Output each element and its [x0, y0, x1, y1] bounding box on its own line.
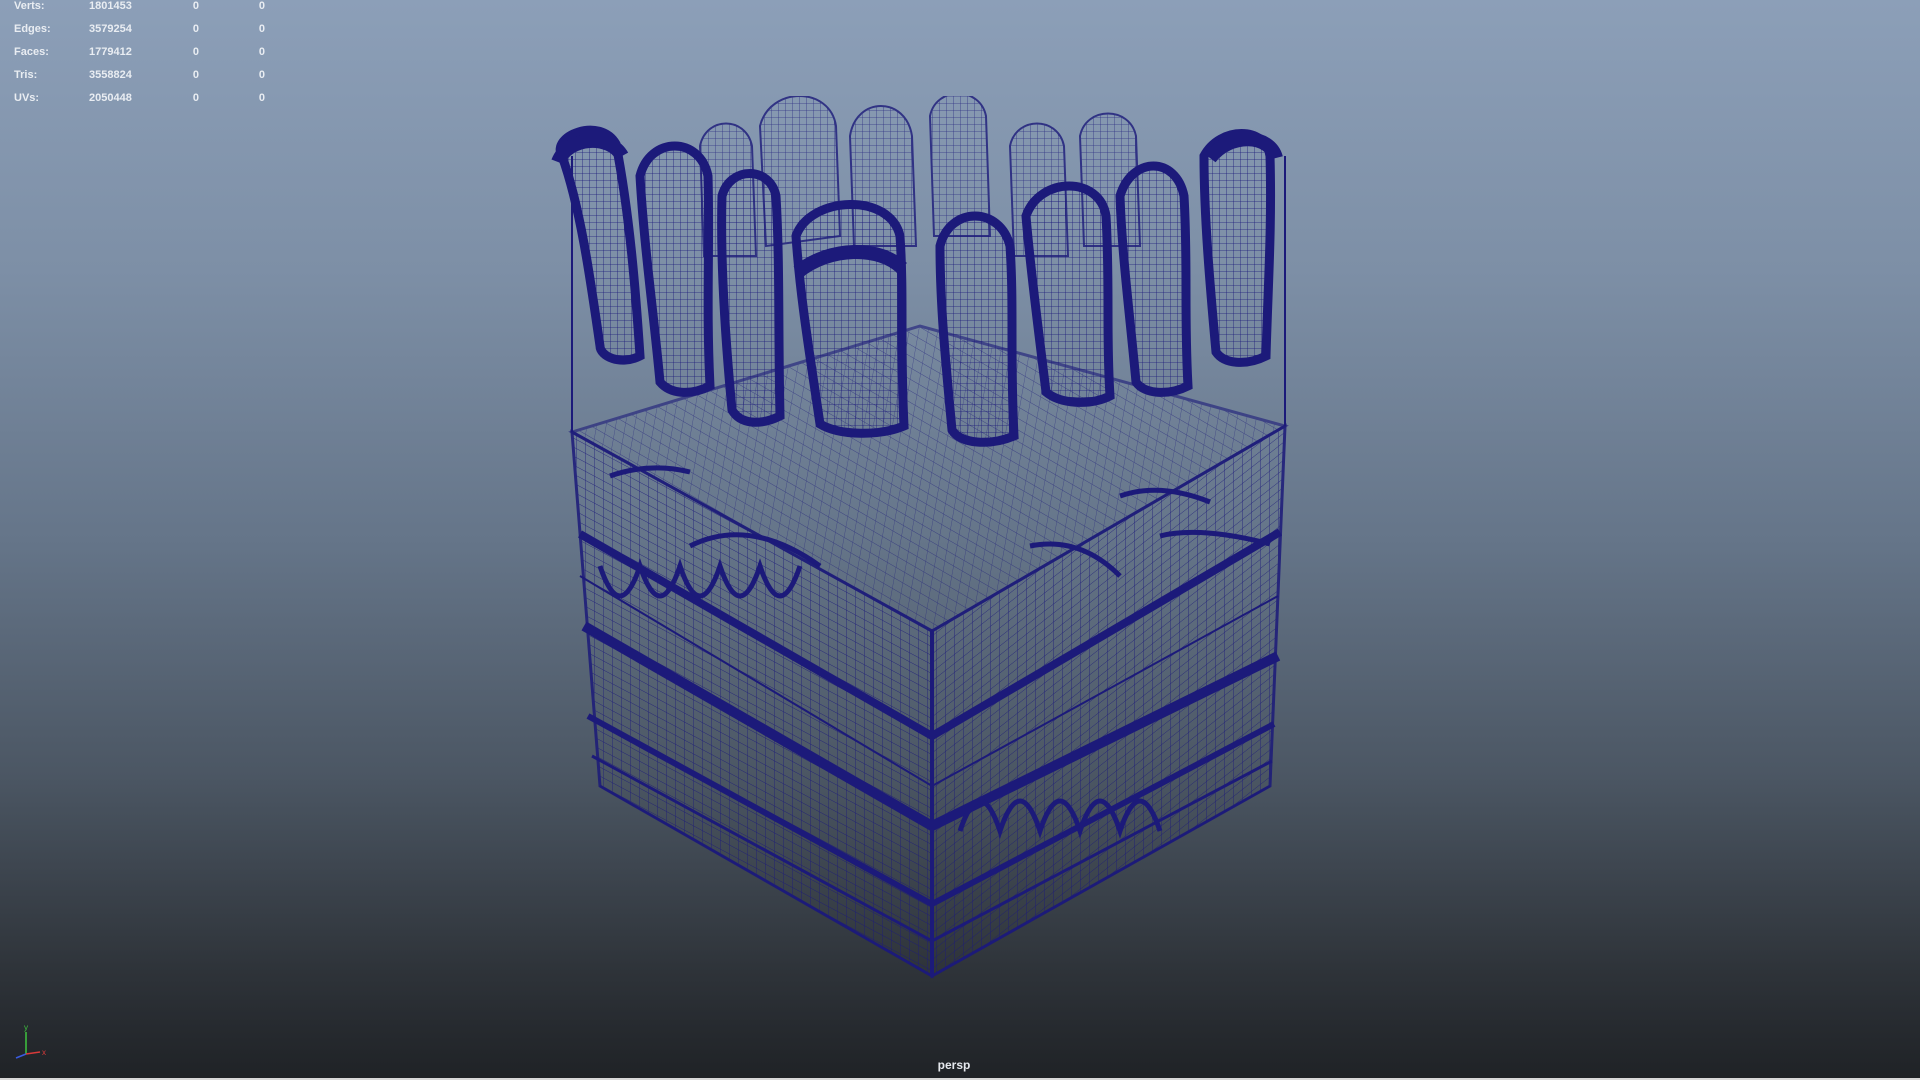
hud-count: 2050448 [89, 92, 132, 104]
3d-viewport[interactable]: Verts: 1801453 0 0 Edges: 3579254 0 0 Fa… [0, 0, 1920, 1080]
hud-row-faces: Faces: 1779412 0 0 [0, 46, 280, 69]
hud-selected: 0 [192, 0, 199, 12]
x-axis-line [25, 1051, 41, 1055]
hud-count: 1779412 [89, 46, 132, 58]
hud-selected: 0 [192, 69, 199, 81]
hud-label: UVs: [14, 92, 40, 104]
y-axis-label: y [24, 1024, 28, 1032]
x-axis-label: x [42, 1048, 46, 1057]
hud-row-uvs: UVs: 2050448 0 0 [0, 92, 280, 115]
hud-selected: 0 [192, 92, 199, 104]
hud-count: 1801453 [89, 0, 132, 12]
hud-count: 3579254 [89, 23, 132, 35]
hud-count: 3558824 [89, 69, 132, 81]
hud-label: Faces: [14, 46, 49, 58]
poly-count-hud: Verts: 1801453 0 0 Edges: 3579254 0 0 Fa… [0, 0, 280, 115]
hud-component: 0 [258, 69, 265, 81]
z-axis-line [15, 1053, 27, 1059]
camera-label: persp [937, 1058, 971, 1072]
hud-selected: 0 [192, 23, 199, 35]
hud-label: Edges: [14, 23, 51, 35]
hud-row-edges: Edges: 3579254 0 0 [0, 23, 280, 46]
hud-label: Tris: [14, 69, 38, 81]
hud-component: 0 [258, 23, 265, 35]
hud-row-verts: Verts: 1801453 0 0 [0, 0, 280, 23]
hud-label: Verts: [14, 0, 45, 12]
hud-selected: 0 [192, 46, 199, 58]
hud-row-tris: Tris: 3558824 0 0 [0, 69, 280, 92]
hud-component: 0 [258, 46, 265, 58]
hud-component: 0 [258, 92, 265, 104]
wireframe-model[interactable] [540, 96, 1320, 996]
hud-component: 0 [258, 0, 265, 12]
view-axis-gizmo: y x [15, 1024, 46, 1059]
